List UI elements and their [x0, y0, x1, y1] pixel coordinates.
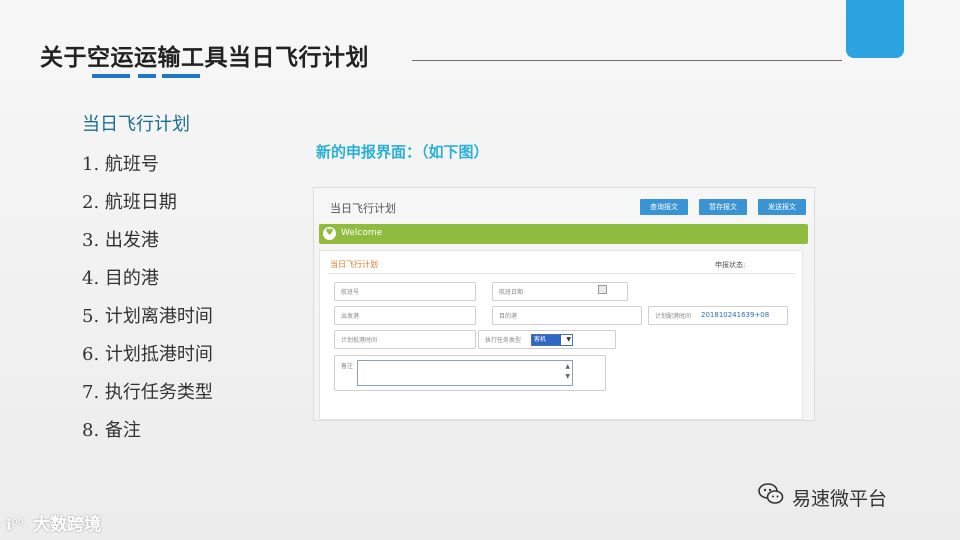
form-panel: 当日飞行计划 申报状态: 航班号 航班日期 出发港 目的港 计划配港时间 201… [319, 250, 803, 420]
field-label: 目的港 [499, 313, 518, 320]
title-underline-1 [92, 74, 130, 78]
remark-textarea[interactable]: ▲ ▼ [357, 360, 573, 386]
brand-watermark: ℹ⁰⁰ 大数跨境 [6, 510, 101, 535]
scroll-arrows-icon[interactable]: ▲ ▼ [565, 362, 570, 382]
send-message-button[interactable]: 发送报文 [758, 199, 806, 215]
brand-logo: ℹ⁰⁰ [6, 516, 24, 534]
task-type-field[interactable]: 执行任务类型 客机 ▼ [478, 330, 616, 349]
welcome-text: Welcome [341, 228, 383, 238]
task-type-select[interactable]: 客机 ▼ [531, 334, 573, 346]
outline-item: 8. 备注 [82, 420, 141, 441]
outline-item: 2. 航班日期 [82, 192, 177, 213]
outline-item: 7. 执行任务类型 [82, 382, 213, 403]
field-label: 备注 [341, 363, 354, 370]
caption: 新的申报界面：（如下图） [316, 143, 489, 161]
status-label: 申报状态: [715, 261, 746, 269]
title-rule [412, 60, 842, 61]
calendar-icon[interactable] [598, 285, 607, 294]
brand-text: 大数跨境 [33, 515, 102, 535]
field-label: 出发港 [341, 313, 360, 320]
flight-date-field[interactable]: 航班日期 [492, 282, 628, 301]
save-draft-button[interactable]: 暂存报文 [699, 199, 747, 215]
slide-title: 关于空运运输工具当日飞行计划 [40, 45, 369, 71]
query-message-button[interactable]: 查询报文 [640, 199, 688, 215]
outline-item: 3. 出发港 [82, 230, 159, 251]
select-value: 客机 [532, 335, 561, 345]
wechat-text: 易速微平台 [792, 488, 888, 510]
remark-field: 备注 ▲ ▼ [334, 355, 606, 391]
outline-heading: 当日飞行计划 [82, 114, 190, 135]
field-label: 航班号 [341, 289, 360, 296]
heart-icon: ♥ [323, 227, 336, 240]
outline: 当日飞行计划 1. 航班号 2. 航班日期 3. 出发港 4. 目的港 5. 计… [82, 112, 213, 454]
planned-arrival-field[interactable]: 计划抵港时间 [334, 330, 476, 349]
departure-port-field[interactable]: 出发港 [334, 306, 476, 325]
field-label: 计划抵港时间 [341, 337, 378, 344]
app-header: 当日飞行计划 查询报文 暂存报文 发送报文 [314, 188, 814, 222]
field-label: 执行任务类型 [485, 337, 522, 344]
flight-number-field[interactable]: 航班号 [334, 282, 476, 301]
planned-departure-field[interactable]: 计划配港时间 201810241639+08 [648, 306, 788, 325]
outline-item: 1. 航班号 [82, 154, 159, 175]
app-title: 当日飞行计划 [330, 202, 396, 215]
outline-item: 6. 计划抵港时间 [82, 344, 213, 365]
app-screenshot: 当日飞行计划 查询报文 暂存报文 发送报文 ♥ Welcome 当日飞行计划 申… [313, 187, 815, 421]
corner-accent-tab [846, 0, 904, 58]
chevron-down-icon[interactable]: ▼ [566, 335, 571, 345]
welcome-bar: ♥ Welcome [319, 224, 808, 244]
form-title: 当日飞行计划 [330, 260, 378, 269]
outline-item: 5. 计划离港时间 [82, 306, 213, 327]
field-label: 航班日期 [499, 289, 524, 296]
form-divider [328, 273, 796, 274]
outline-item: 4. 目的港 [82, 268, 159, 289]
destination-port-field[interactable]: 目的港 [492, 306, 642, 325]
field-value: 201810241639+08 [701, 311, 770, 319]
field-label: 计划配港时间 [655, 313, 692, 320]
title-underline-2 [138, 74, 156, 78]
title-underline-3 [162, 74, 200, 78]
wechat-icon [758, 483, 784, 504]
